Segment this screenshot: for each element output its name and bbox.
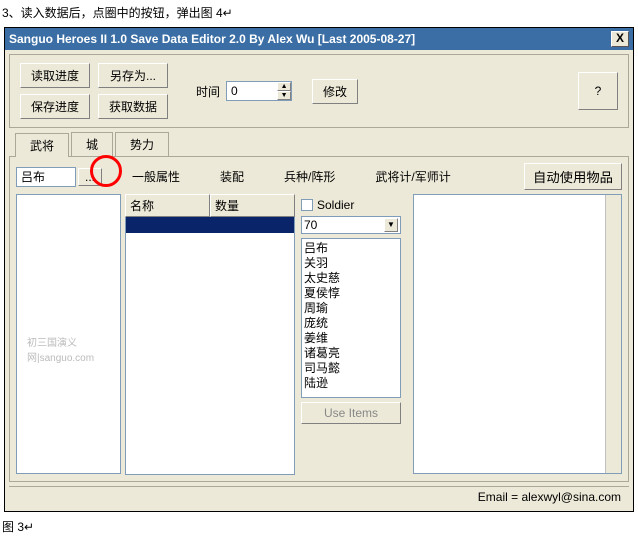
soldier-checkbox[interactable] <box>301 199 313 211</box>
soldier-select[interactable]: 70 ▼ <box>301 216 401 234</box>
col-name[interactable]: 名称 <box>125 194 210 217</box>
list-item[interactable]: 周瑜 <box>304 301 398 316</box>
hero-listbox[interactable]: 吕布 关羽 太史慈 夏侯惇 周瑜 庞统 姜维 诸葛亮 司马懿 陆逊 <box>301 238 401 398</box>
title-bar: Sanguo Heroes II 1.0 Save Data Editor 2.… <box>5 28 633 50</box>
subtab-equip[interactable]: 装配 <box>212 166 252 187</box>
soldier-label: Soldier <box>317 198 354 212</box>
grid-selected-row[interactable] <box>126 217 294 233</box>
subtab-attr[interactable]: 一般属性 <box>124 166 188 187</box>
list-item[interactable]: 关羽 <box>304 256 398 271</box>
time-spinner[interactable]: ▲ ▼ <box>226 81 292 101</box>
list-item[interactable]: 庞统 <box>304 316 398 331</box>
grid-body[interactable] <box>125 217 295 475</box>
window-title: Sanguo Heroes II 1.0 Save Data Editor 2.… <box>9 32 415 46</box>
tab-force[interactable]: 势力 <box>115 132 169 156</box>
watermark: 初三国演义网|sanguo.com <box>27 334 120 364</box>
list-item[interactable]: 陆逊 <box>304 376 398 391</box>
right-panel[interactable] <box>413 194 622 474</box>
list-item[interactable]: 夏侯惇 <box>304 286 398 301</box>
figure-caption: 图 3↵ <box>0 514 638 539</box>
soldier-panel: Soldier 70 ▼ 吕布 关羽 太史慈 夏侯惇 周瑜 庞统 姜维 诸葛亮 … <box>299 194 409 475</box>
left-list[interactable]: 初三国演义网|sanguo.com <box>16 194 121 474</box>
spin-down-icon[interactable]: ▼ <box>277 91 291 100</box>
time-input[interactable] <box>227 82 277 100</box>
item-grid: 名称 数量 <box>125 194 295 475</box>
list-item[interactable]: 太史慈 <box>304 271 398 286</box>
list-item[interactable]: 诸葛亮 <box>304 346 398 361</box>
load-button[interactable]: 读取进度 <box>20 63 90 88</box>
save-button[interactable]: 保存进度 <box>20 94 90 119</box>
use-items-button[interactable]: Use Items <box>301 402 401 424</box>
modify-button[interactable]: 修改 <box>312 79 358 104</box>
tab-general[interactable]: 武将 <box>15 133 69 157</box>
scrollbar[interactable] <box>605 195 621 473</box>
getdata-button[interactable]: 获取数据 <box>98 94 168 119</box>
hero-name-input[interactable] <box>16 167 76 187</box>
saveas-button[interactable]: 另存为... <box>98 63 168 88</box>
subtab-army[interactable]: 兵种/阵形 <box>276 166 343 187</box>
list-item[interactable]: 姜维 <box>304 331 398 346</box>
col-qty[interactable]: 数量 <box>210 194 295 217</box>
list-item[interactable]: 吕布 <box>304 241 398 256</box>
toolbar: 读取进度 保存进度 另存为... 获取数据 时间 ▲ ▼ 修改 ? <box>9 54 629 128</box>
auto-use-button[interactable]: 自动使用物品 <box>524 163 622 190</box>
app-window: Sanguo Heroes II 1.0 Save Data Editor 2.… <box>4 27 634 512</box>
chevron-down-icon[interactable]: ▼ <box>384 218 398 232</box>
instruction-text: 3、读入数据后，点圈中的按钮，弹出图 4↵ <box>0 0 638 25</box>
tab-content: ... 一般属性 装配 兵种/阵形 武将计/军师计 自动使用物品 初三国演义网|… <box>9 156 629 482</box>
close-icon[interactable]: X <box>611 31 629 47</box>
help-button[interactable]: ? <box>578 72 618 110</box>
tab-city[interactable]: 城 <box>71 132 113 156</box>
soldier-selected: 70 <box>304 218 317 232</box>
time-label: 时间 <box>196 83 220 100</box>
list-item[interactable]: 司马懿 <box>304 361 398 376</box>
subtab-skill[interactable]: 武将计/军师计 <box>367 166 458 187</box>
browse-button[interactable]: ... <box>78 168 102 186</box>
spin-up-icon[interactable]: ▲ <box>277 82 291 91</box>
main-tabs: 武将 城 势力 <box>5 132 633 156</box>
